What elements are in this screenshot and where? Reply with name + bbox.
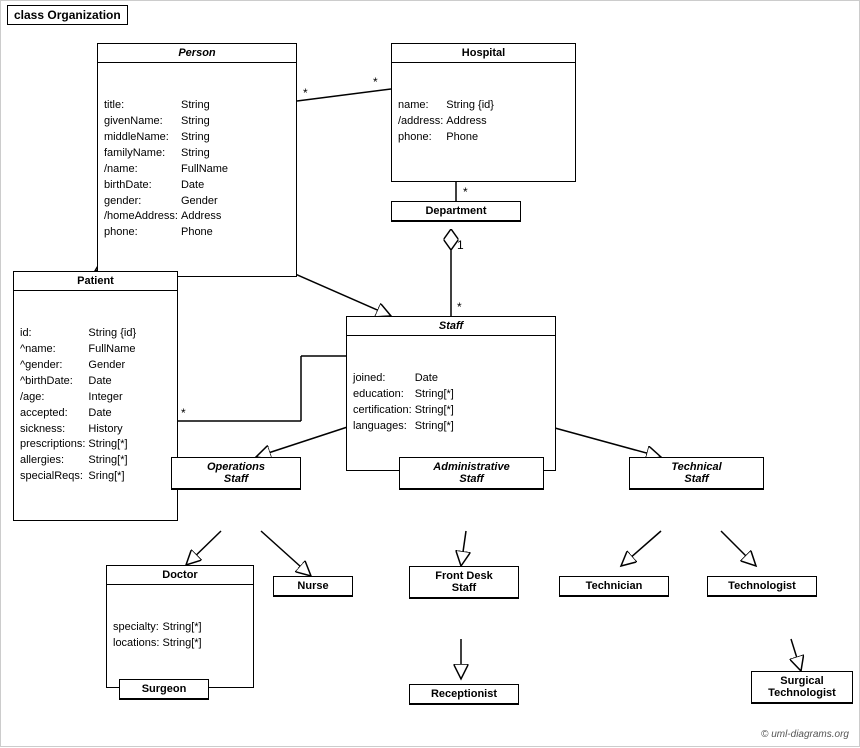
department-box: Department — [391, 201, 521, 222]
staff-body: joined:Date education:String[*] certific… — [347, 336, 555, 470]
surgical-technologist-title: Surgical Technologist — [752, 672, 852, 703]
surgeon-box: Surgeon — [119, 679, 209, 700]
patient-title: Patient — [14, 272, 177, 291]
administrative-staff-box: Administrative Staff — [399, 457, 544, 490]
staff-box: Staff joined:Date education:String[*] ce… — [346, 316, 556, 471]
person-title: Person — [98, 44, 296, 63]
front-desk-staff-title: Front Desk Staff — [410, 567, 518, 598]
receptionist-title: Receptionist — [410, 685, 518, 704]
person-box: Person title:String givenName:String mid… — [97, 43, 297, 277]
front-desk-staff-box: Front Desk Staff — [409, 566, 519, 599]
staff-title: Staff — [347, 317, 555, 336]
operations-staff-box: Operations Staff — [171, 457, 301, 490]
svg-text:*: * — [303, 86, 308, 100]
hospital-box: Hospital name:String {id} /address:Addre… — [391, 43, 576, 182]
patient-box: Patient id:String {id} ^name:FullName ^g… — [13, 271, 178, 521]
copyright-label: © uml-diagrams.org — [761, 729, 849, 740]
doctor-box: Doctor specialty:String[*] locations:Str… — [106, 565, 254, 688]
svg-text:*: * — [457, 300, 462, 314]
nurse-title: Nurse — [274, 577, 352, 596]
hospital-title: Hospital — [392, 44, 575, 63]
uml-diagram: class Organization * * 1 * — [0, 0, 860, 747]
administrative-staff-title: Administrative Staff — [400, 458, 543, 489]
doctor-title: Doctor — [107, 566, 253, 585]
svg-text:*: * — [463, 185, 468, 199]
hospital-body: name:String {id} /address:Address phone:… — [392, 63, 575, 181]
technical-staff-title: Technical Staff — [630, 458, 763, 489]
surgeon-title: Surgeon — [120, 680, 208, 699]
technician-box: Technician — [559, 576, 669, 597]
patient-body: id:String {id} ^name:FullName ^gender:Ge… — [14, 291, 177, 520]
nurse-box: Nurse — [273, 576, 353, 597]
technician-title: Technician — [560, 577, 668, 596]
technologist-box: Technologist — [707, 576, 817, 597]
svg-text:*: * — [181, 406, 186, 420]
receptionist-box: Receptionist — [409, 684, 519, 705]
svg-text:*: * — [373, 75, 378, 89]
surgical-technologist-box: Surgical Technologist — [751, 671, 853, 704]
svg-text:1: 1 — [457, 238, 464, 252]
technical-staff-box: Technical Staff — [629, 457, 764, 490]
technologist-title: Technologist — [708, 577, 816, 596]
doctor-body: specialty:String[*] locations:String[*] — [107, 585, 253, 687]
department-title: Department — [392, 202, 520, 221]
diagram-title: class Organization — [7, 5, 128, 25]
person-body: title:String givenName:String middleName… — [98, 63, 296, 276]
operations-staff-title: Operations Staff — [172, 458, 300, 489]
